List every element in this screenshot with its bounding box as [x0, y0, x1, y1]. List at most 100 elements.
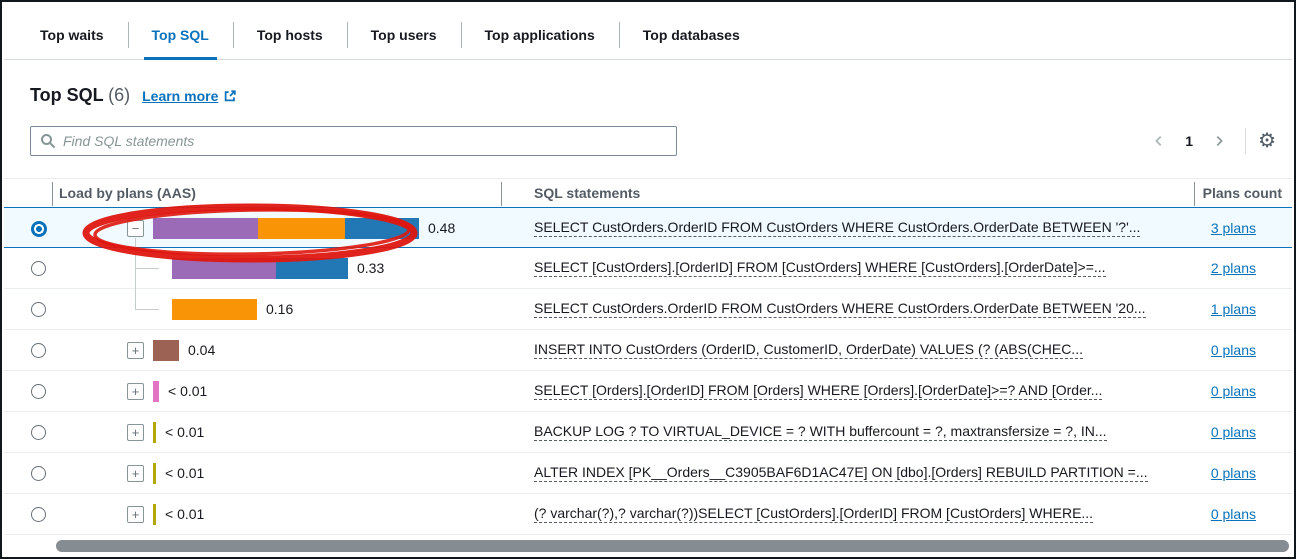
tab-bar: Top waits Top SQL Top hosts Top users To… [4, 10, 1292, 60]
sql-statement-link[interactable]: SELECT CustOrders.OrderID FROM CustOrder… [534, 300, 1146, 318]
sql-statement-link[interactable]: (? varchar(?),? varchar(?))SELECT [CustO… [534, 505, 1093, 523]
row-select-cell [4, 453, 52, 493]
expand-icon[interactable]: + [127, 424, 144, 441]
sql-statement-link[interactable]: SELECT [Orders].[OrderID] FROM [Orders] … [534, 382, 1102, 400]
plans-count-link[interactable]: 1 plans [1211, 301, 1256, 317]
load-column-header: Load by plans (AAS) [52, 179, 501, 207]
sql-statement-link[interactable]: SELECT CustOrders.OrderID FROM CustOrder… [534, 219, 1140, 237]
learn-more-label: Learn more [142, 88, 218, 104]
tab-top-waits[interactable]: Top waits [16, 10, 128, 59]
plans-count-link[interactable]: 0 plans [1211, 383, 1256, 399]
load-bar [153, 218, 419, 239]
plans-cell: 0 plans [1194, 330, 1292, 370]
plans-count-link[interactable]: 0 plans [1211, 465, 1256, 481]
expand-icon[interactable]: + [127, 383, 144, 400]
load-bar [153, 504, 156, 525]
sql-cell: SELECT CustOrders.OrderID FROM CustOrder… [501, 289, 1194, 329]
load-bar-segment [153, 463, 156, 484]
collapse-icon[interactable]: − [127, 220, 144, 237]
load-value: 0.33 [357, 248, 384, 289]
tab-top-databases[interactable]: Top databases [619, 10, 764, 59]
plans-count-link[interactable]: 2 plans [1211, 260, 1256, 276]
radio-button[interactable] [31, 261, 46, 276]
table-body: − 0.48 SELECT CustOrders.OrderID FROM Cust… [4, 207, 1292, 535]
load-bar [153, 463, 156, 484]
sql-statement-link[interactable]: INSERT INTO CustOrders (OrderID, Custome… [534, 341, 1083, 359]
load-value: < 0.01 [165, 494, 204, 535]
expand-icon[interactable]: + [127, 465, 144, 482]
plans-count-link[interactable]: 0 plans [1211, 342, 1256, 358]
next-page-button[interactable] [1205, 127, 1233, 155]
page-title: Top SQL [30, 85, 104, 105]
pager-divider [1245, 128, 1246, 154]
expand-icon[interactable]: + [127, 342, 144, 359]
sql-cell: BACKUP LOG ? TO VIRTUAL_DEVICE = ? WITH … [501, 412, 1194, 452]
sql-statement-link[interactable]: SELECT [CustOrders].[OrderID] FROM [Cust… [534, 259, 1106, 277]
plans-cell: 0 plans [1194, 371, 1292, 411]
table-row: +0.04 INSERT INTO CustOrders (OrderID, Cu… [4, 330, 1292, 371]
sql-cell: SELECT [CustOrders].[OrderID] FROM [Cust… [501, 248, 1194, 288]
search-box [30, 126, 677, 156]
learn-more-link[interactable]: Learn more [142, 88, 237, 104]
top-sql-panel: Top waits Top SQL Top hosts Top users To… [0, 0, 1296, 559]
tab-top-users[interactable]: Top users [347, 10, 461, 59]
load-bar [153, 422, 156, 443]
radio-button[interactable] [31, 425, 46, 440]
tree-line [135, 268, 159, 269]
sql-column-header: SQL statements [501, 179, 1194, 207]
selection-column-header [4, 179, 52, 207]
table-row: +< 0.01BACKUP LOG ? TO VIRTUAL_DEVICE = … [4, 412, 1292, 453]
plans-count-link[interactable]: 3 plans [1211, 220, 1256, 236]
radio-button[interactable] [31, 507, 46, 522]
load-value: 0.04 [188, 330, 215, 371]
radio-button[interactable] [31, 384, 46, 399]
external-link-icon [223, 89, 237, 103]
load-cell: +< 0.01 [52, 453, 501, 493]
plans-cell: 0 plans [1194, 453, 1292, 493]
horizontal-scrollbar[interactable] [56, 540, 1289, 552]
tab-top-hosts[interactable]: Top hosts [233, 10, 347, 59]
load-cell: − 0.48 [52, 208, 501, 247]
table-row: − 0.48 SELECT CustOrders.OrderID FROM Cust… [4, 207, 1292, 248]
table-row: + < 0.01 (? varchar(?),? varchar(?))SELECT… [4, 494, 1292, 535]
pagination: 1 ⚙ [1145, 124, 1276, 158]
radio-button[interactable] [31, 343, 46, 358]
tree-line [135, 309, 159, 310]
tab-top-sql[interactable]: Top SQL [128, 10, 233, 59]
load-bar-segment [258, 218, 345, 239]
sql-cell: SELECT [Orders].[OrderID] FROM [Orders] … [501, 371, 1194, 411]
plans-count-link[interactable]: 0 plans [1211, 506, 1256, 522]
load-bar-segment [153, 381, 159, 402]
prev-page-button[interactable] [1145, 127, 1173, 155]
load-bar-segment [153, 340, 179, 361]
expand-icon[interactable]: + [127, 506, 144, 523]
row-select-cell [4, 208, 52, 247]
load-cell: +< 0.01 [52, 371, 501, 411]
load-bar-segment [153, 504, 156, 525]
top-sql-table: Load by plans (AAS) SQL statements Plans… [4, 178, 1292, 535]
tab-top-applications[interactable]: Top applications [461, 10, 619, 59]
row-select-cell [4, 412, 52, 452]
load-value: 0.48 [428, 208, 455, 249]
search-input[interactable] [63, 133, 667, 149]
settings-gear-icon[interactable]: ⚙ [1258, 131, 1276, 151]
load-bar-segment [153, 422, 156, 443]
radio-button[interactable] [31, 466, 46, 481]
load-bar-segment [172, 299, 257, 320]
sql-statement-link[interactable]: ALTER INDEX [PK__Orders__C3905BAF6D1AC47… [534, 464, 1148, 482]
table-row: 0.16 SELECT CustOrders.OrderID FROM CustO… [4, 289, 1292, 330]
table-row: +< 0.01 ALTER INDEX [PK__Orders__C3905BAF… [4, 453, 1292, 494]
sql-statement-link[interactable]: BACKUP LOG ? TO VIRTUAL_DEVICE = ? WITH … [534, 423, 1107, 441]
load-bar-segment [172, 258, 276, 279]
sql-cell: ALTER INDEX [PK__Orders__C3905BAF6D1AC47… [501, 453, 1194, 493]
plans-count-link[interactable]: 0 plans [1211, 424, 1256, 440]
row-select-cell [4, 494, 52, 534]
result-count: (6) [108, 85, 130, 105]
radio-button[interactable] [31, 221, 47, 237]
row-select-cell [4, 371, 52, 411]
radio-button[interactable] [31, 302, 46, 317]
sql-cell: INSERT INTO CustOrders (OrderID, Custome… [501, 330, 1194, 370]
current-page[interactable]: 1 [1177, 133, 1201, 149]
load-bar-segment [276, 258, 348, 279]
load-value: 0.16 [266, 289, 293, 330]
